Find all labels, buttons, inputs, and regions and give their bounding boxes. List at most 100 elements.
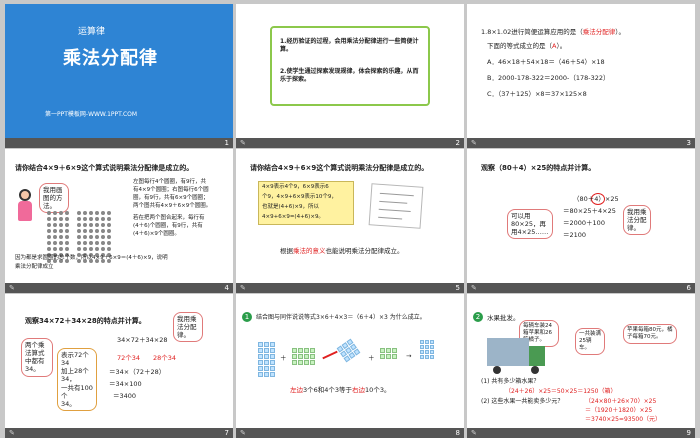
slide-bar: ✎ 2: [236, 138, 464, 148]
annotation-72: 72个34: [117, 354, 141, 362]
meaning-line: 加上28个34，: [61, 367, 89, 384]
speech-bubble-left: 可以用80×25，再用4×25……: [507, 209, 553, 240]
comment-icon: ✎: [240, 284, 246, 292]
slide-header: 水果批发。: [487, 314, 520, 322]
slide-header: 请你结合4×9＋6×9这个算式说明乘法分配律是成立的。: [250, 164, 429, 172]
slide-bar: ✎ 8: [236, 428, 464, 438]
slide-number: 8: [455, 429, 460, 437]
slide-bar: ✎ 3: [467, 138, 695, 148]
note-line: 4×9表示4个9，6×9表示6: [262, 184, 329, 190]
conclusion: 左边3个6和4个3等于右边10个3。: [290, 386, 390, 394]
note-line: 个9，4×9+6×9表示10个9，: [262, 194, 337, 200]
meaning-line: 一共有100个: [61, 383, 93, 400]
option-c: C．（37＋125）×8＝37×125×8: [487, 90, 587, 98]
comment-icon: ✎: [9, 429, 15, 437]
desc-line: (4＋6)×9个圆圈。: [133, 231, 180, 237]
speech-bubble-left: 两个乘法算式中都有34。: [21, 338, 53, 377]
slide-number: 9: [686, 429, 691, 437]
speech-bubble: 一共装满25辆车。: [575, 328, 605, 355]
right-highlight: 右边: [352, 386, 366, 394]
slide-6[interactable]: 观察（80＋4）×25的特点并计算。 可以用80×25，再用4×25…… （80…: [467, 149, 695, 293]
q1-end: ）。: [615, 28, 626, 36]
conclusion: 根据乘法的意义也能说明乘法分配律成立。: [280, 247, 404, 255]
speech-bubble-right: 我用乘法分配律。: [623, 205, 651, 236]
slide-7[interactable]: 观察34×72＋34×28的特点并计算。 两个乘法算式中都有34。 我用乘法分配…: [5, 294, 233, 438]
slide-4[interactable]: 请你结合4×9＋6×9这个算式说明乘法分配律是成立的。 我用画图的方法。 左图每…: [5, 149, 233, 293]
desc-line: 圈，有9行，共有6×9个圆圈；: [133, 195, 209, 201]
slide-5[interactable]: 请你结合4×9＋6×9这个算式说明乘法分配律是成立的。 4×9表示4个9，6×9…: [236, 149, 464, 293]
slide-bar: ✎ 7: [5, 428, 233, 438]
slide-number: 7: [224, 429, 229, 437]
question-badge: 1: [242, 312, 252, 322]
slide-title: 乘法分配律: [63, 48, 158, 69]
slide-footer: 第一PPT模板网-WWW.1PPT.COM: [45, 111, 138, 118]
question-1: (1) 共有多少箱水果？: [481, 378, 540, 385]
speech-bubble: 我用画图的方法。: [39, 183, 69, 214]
slide-8[interactable]: 1 结合图与同伴说说等式3×6＋4×3＝（6＋4）×3 为什么成立。 ＋ ＋ →…: [236, 294, 464, 438]
meaning-line: 表示72个34: [61, 351, 89, 368]
slide-2[interactable]: 1.经历验证的过程，会用乘法分配律进行一些简便计算。 2.使学生通过探索发现规律…: [236, 4, 464, 148]
sketch-note: [368, 183, 424, 229]
slide-number: 6: [686, 284, 691, 292]
desc-line: (4＋6)个圆圈，有9行，共有: [133, 223, 203, 229]
slide-header: 请你结合4×9＋6×9这个算式说明乘法分配律是成立的。: [15, 164, 194, 172]
arrow-icon: [322, 350, 338, 360]
slide-bar: ✎ 9: [467, 428, 695, 438]
q1-answer: 乘法分配律: [582, 28, 616, 36]
comment-icon: ✎: [471, 139, 477, 147]
slide-number: 2: [455, 139, 460, 147]
slide-number: 4: [224, 284, 229, 292]
slide-number: 1: [224, 139, 229, 147]
comment-icon: ✎: [240, 139, 246, 147]
conclusion-line: 乘法分配律成立: [15, 264, 54, 270]
q2-text: 下面的等式成立的是（: [487, 42, 552, 50]
conclusion-pre: 根据: [280, 247, 293, 255]
left-highlight: 左边: [290, 386, 303, 394]
slide-9[interactable]: 2 水果批发。 每辆车装24箱苹果和26箱橘子。 一共装满25辆车。 苹果每箱8…: [467, 294, 695, 438]
goals-box: 1.经历验证的过程，会用乘法分配律进行一些简便计算。 2.使学生通过探索发现规律…: [270, 26, 430, 106]
desc-line: 若在把两个图合起来，每行有: [133, 215, 205, 221]
question-1: 1.8×1.02进行简便运算应用的是（乘法分配律）。: [481, 28, 625, 36]
speech-bubble-right: 我用乘法分配律。: [173, 312, 203, 343]
question-badge: 2: [473, 312, 483, 322]
slide-bar: ✎ 4: [5, 283, 233, 293]
comment-icon: ✎: [240, 429, 246, 437]
desc-line: 左图每行4个圆圈，有9行，共: [133, 179, 206, 185]
desc-line: 两个图共有4×9＋6×9个圆圈。: [133, 203, 212, 209]
comment-icon: ✎: [471, 429, 477, 437]
question-2: 下面的等式成立的是（A）。: [487, 42, 566, 50]
grid-combined: [336, 338, 361, 363]
slide-tag: 运算律: [78, 27, 106, 37]
answer-1: （24＋26）×25＝50×25＝1250（箱）: [505, 388, 617, 395]
note-line: 也就是(4+6)×9，所以: [262, 204, 320, 210]
comment-icon: ✎: [471, 284, 477, 292]
comment-icon: ✎: [9, 284, 15, 292]
annotation-28: 28个34: [153, 354, 177, 362]
meaning-line: 34。: [61, 399, 76, 408]
explanation-note: 4×9表示4个9，6×9表示6 个9，4×9+6×9表示10个9， 也就是(4+…: [258, 181, 354, 225]
note-line: 4×9+6×9=(4+6)×9。: [262, 214, 324, 220]
answer-2-line: ＝3740×25=93500（元）: [585, 416, 662, 423]
step-line: ＝34×（72＋28）: [109, 368, 166, 376]
slide-1[interactable]: 运算律 乘法分配律 第一PPT模板网-WWW.1PPT.COM 1: [5, 4, 233, 148]
question-2: (2) 这些水果一共能卖多少元？: [481, 398, 564, 405]
slide-header: 结合图与同伴说说等式3×6＋4×3＝（6＋4）×3 为什么成立。: [256, 314, 426, 321]
plus-sign: ＋: [280, 354, 287, 362]
conclusion-highlight: 乘法的意义: [293, 247, 326, 255]
option-a: A．46×18＋54×18＝（46＋54）×18: [487, 58, 605, 66]
step-line: ＝3400: [113, 392, 137, 400]
option-b: B．2000-178-322＝2000-（178-322）: [487, 74, 610, 82]
slide-header: 观察（80＋4）×25的特点并计算。: [481, 164, 596, 172]
conclusion-post: 也能说明乘法分配律成立。: [325, 247, 404, 255]
slide-number: 3: [686, 139, 691, 147]
speech-bubble: 苹果每箱80元，橘子每箱70元。: [623, 324, 677, 344]
q1-text: 1.8×1.02进行简便运算应用的是（: [481, 28, 583, 36]
slide-number: 5: [455, 284, 460, 292]
calc-line: （80＋4）×25: [573, 195, 619, 203]
expression: 34×72＋34×28: [117, 336, 168, 344]
calc-line: ＝2000＋100: [563, 219, 605, 227]
step-line: ＝34×100: [109, 380, 142, 388]
slide-3[interactable]: 1.8×1.02进行简便运算应用的是（乘法分配律）。 下面的等式成立的是（A）。…: [467, 4, 695, 148]
grid-green: [380, 348, 397, 359]
conclusion-mid: 3个6和4个3等于: [303, 386, 353, 394]
